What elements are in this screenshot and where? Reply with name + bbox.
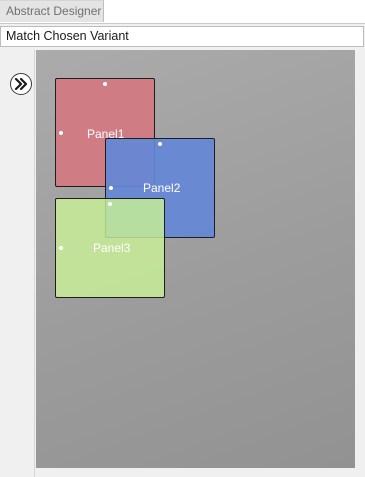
panel-1-left-handle[interactable] xyxy=(59,131,63,135)
variant-selector[interactable]: Match Chosen Variant xyxy=(0,26,364,47)
right-gutter xyxy=(355,50,365,477)
panel-3-label: Panel3 xyxy=(93,241,131,255)
panel-2-top-handle[interactable] xyxy=(158,142,162,146)
tab-strip: Abstract Designer xyxy=(0,0,365,24)
tab-abstract-designer[interactable]: Abstract Designer xyxy=(0,0,104,22)
panel-1-top-handle[interactable] xyxy=(103,82,107,86)
left-toolbar xyxy=(0,50,35,477)
double-chevron-right-icon xyxy=(14,78,28,90)
panel-3-top-handle[interactable] xyxy=(108,202,112,206)
panel-3[interactable]: Panel3 xyxy=(55,198,165,298)
panel-2-left-handle[interactable] xyxy=(109,186,113,190)
panel-2-label: Panel2 xyxy=(143,181,181,195)
panel-3-left-handle[interactable] xyxy=(59,246,63,250)
expand-button[interactable] xyxy=(10,73,32,95)
abstract-designer-window: Abstract Designer Match Chosen Variant P… xyxy=(0,0,365,477)
bottom-margin xyxy=(36,468,355,477)
design-canvas[interactable]: Panel1 Panel2 Panel3 xyxy=(36,50,355,468)
